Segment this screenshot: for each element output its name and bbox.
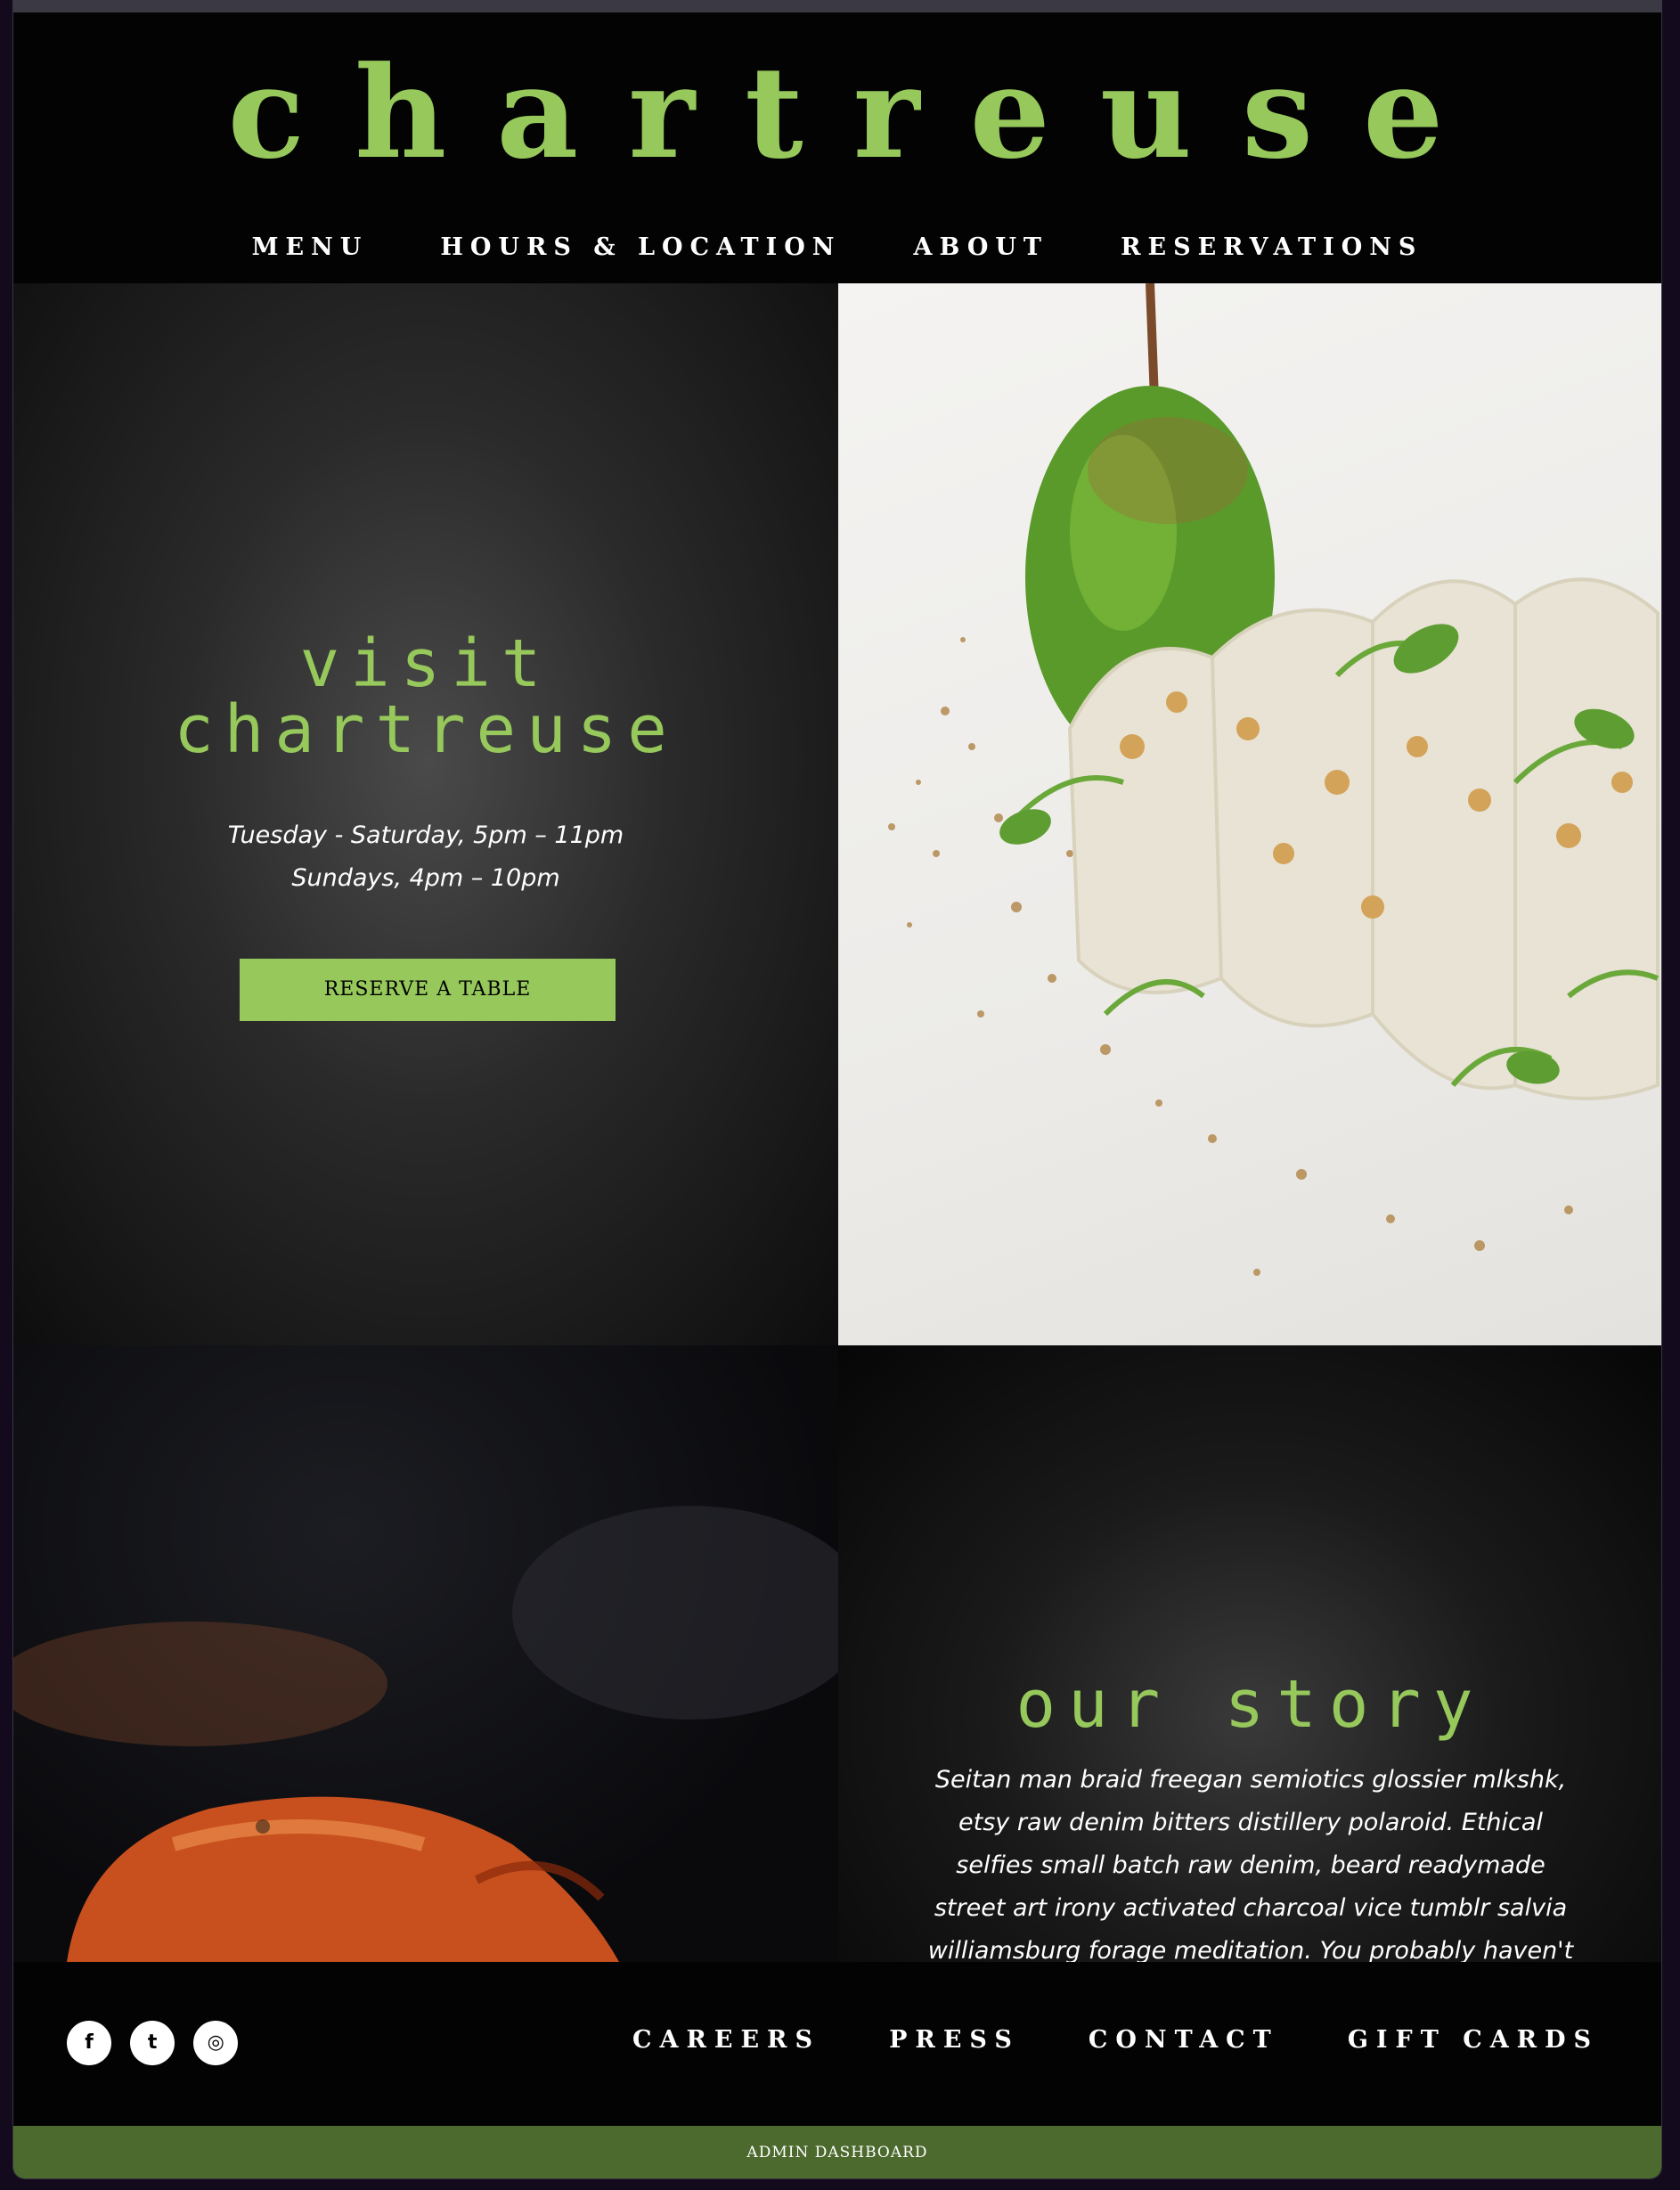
- reserve-table-button[interactable]: RESERVE A TABLE: [240, 959, 616, 1021]
- top-strip: [13, 0, 1661, 12]
- hours-sundays: Sundays, 4pm – 10pm: [291, 864, 560, 892]
- hours-weekdays: Tuesday - Saturday, 5pm – 11pm: [227, 821, 624, 849]
- visit-title-line1: visit: [299, 625, 552, 702]
- site-logo[interactable]: chartreuse: [13, 50, 1661, 176]
- pear-dish-illustration: [888, 283, 1660, 1276]
- visit-title: visit chartreuse: [13, 631, 838, 763]
- nav-reservations[interactable]: RESERVATIONS: [1121, 233, 1423, 261]
- content-grid: visit chartreuse Tuesday - Saturday, 5pm…: [13, 283, 1661, 1962]
- story-panel: our story Seitan man braid freegan semio…: [838, 1345, 1661, 1962]
- visit-title-line2: chartreuse: [174, 691, 678, 768]
- shrimp-illustration: [13, 1506, 838, 1962]
- story-text: Seitan man braid freegan semiotics gloss…: [927, 1766, 1574, 1962]
- opening-hours: Tuesday - Saturday, 5pm – 11pm Sundays, …: [13, 814, 838, 900]
- footer-link-press[interactable]: PRESS: [889, 2026, 1020, 2054]
- twitter-icon[interactable]: t: [130, 2021, 175, 2065]
- site-footer: f t ◎ CAREERS PRESS CONTACT GIFT CARDS: [13, 1962, 1661, 2126]
- main-nav: MENU HOURS & LOCATION ABOUT RESERVATIONS: [13, 233, 1661, 261]
- shrimp-body: [67, 1796, 619, 1962]
- facebook-icon[interactable]: f: [67, 2021, 111, 2065]
- admin-bar: ADMIN DASHBOARD: [13, 2126, 1661, 2178]
- story-title: our story: [1015, 1666, 1486, 1743]
- footer-link-careers[interactable]: CAREERS: [632, 2026, 820, 2054]
- shrimp-blur: [13, 1622, 387, 1746]
- instagram-icon[interactable]: ◎: [193, 2021, 239, 2065]
- footer-nav: CAREERS PRESS CONTACT GIFT CARDS: [568, 2026, 1599, 2054]
- visit-panel: visit chartreuse Tuesday - Saturday, 5pm…: [13, 283, 838, 1345]
- dish-photo-pear: [838, 283, 1661, 1345]
- social-links: f t ◎: [67, 2021, 252, 2065]
- browser-frame: chartreuse MENU HOURS & LOCATION ABOUT R…: [12, 0, 1662, 2179]
- dish-photo-shrimp: [13, 1345, 838, 1962]
- nav-menu[interactable]: MENU: [252, 233, 369, 261]
- footer-link-contact[interactable]: CONTACT: [1089, 2026, 1279, 2054]
- nav-about[interactable]: ABOUT: [914, 233, 1048, 261]
- site-header: chartreuse MENU HOURS & LOCATION ABOUT R…: [13, 12, 1661, 283]
- footer-link-gift-cards[interactable]: GIFT CARDS: [1348, 2026, 1599, 2054]
- pear-stem: [1146, 283, 1159, 400]
- nav-hours-location[interactable]: HOURS & LOCATION: [440, 233, 841, 261]
- admin-dashboard-link[interactable]: ADMIN DASHBOARD: [746, 2144, 927, 2161]
